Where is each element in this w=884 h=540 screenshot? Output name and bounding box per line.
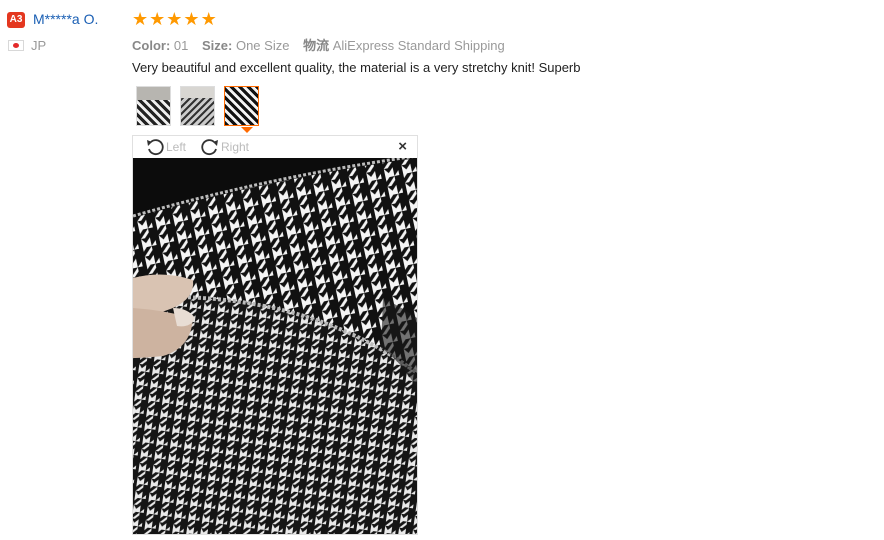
color-value: 01: [173, 38, 189, 53]
japan-flag-icon: [8, 40, 24, 51]
rotate-right-button[interactable]: Right: [200, 138, 249, 156]
star-icon: ★: [166, 9, 183, 29]
rotate-right-icon: [201, 139, 218, 156]
star-icon: ★: [132, 9, 149, 29]
star-icon: ★: [149, 9, 166, 29]
active-thumbnail-caret-icon: [241, 127, 253, 133]
rotate-left-label: Left: [166, 140, 187, 154]
size-value: One Size: [235, 38, 290, 53]
size-label: Size:: [202, 38, 233, 53]
rotate-left-button[interactable]: Left: [145, 138, 186, 156]
star-icon: ★: [183, 9, 200, 29]
review-photo-thumbnail[interactable]: [224, 86, 259, 126]
shipping-label: 物流: [303, 38, 330, 53]
review-photo-thumbnail[interactable]: [180, 86, 215, 126]
review-photo-large: [133, 158, 417, 534]
close-icon[interactable]: ×: [398, 139, 407, 155]
rotate-left-icon: [147, 139, 164, 156]
viewer-toolbar: Left Right ×: [133, 136, 417, 158]
star-rating: ★ ★ ★ ★ ★: [132, 9, 217, 29]
order-info: Color: 01 Size: One Size 物流 AliExpress S…: [132, 35, 515, 54]
rotate-right-label: Right: [221, 140, 250, 154]
avatar-badge: A3: [7, 12, 25, 28]
color-label: Color:: [132, 38, 171, 53]
reviewer-name: M*****a O.: [33, 11, 99, 27]
reviewer-country: JP: [31, 38, 47, 53]
review-photo-thumbnail[interactable]: [136, 86, 171, 126]
review-thumbnails: [136, 86, 259, 126]
star-icon: ★: [200, 9, 217, 29]
review-text: Very beautiful and excellent quality, th…: [132, 60, 581, 75]
photo-viewer: Left Right ×: [132, 135, 418, 535]
shipping-value: AliExpress Standard Shipping: [332, 38, 505, 53]
